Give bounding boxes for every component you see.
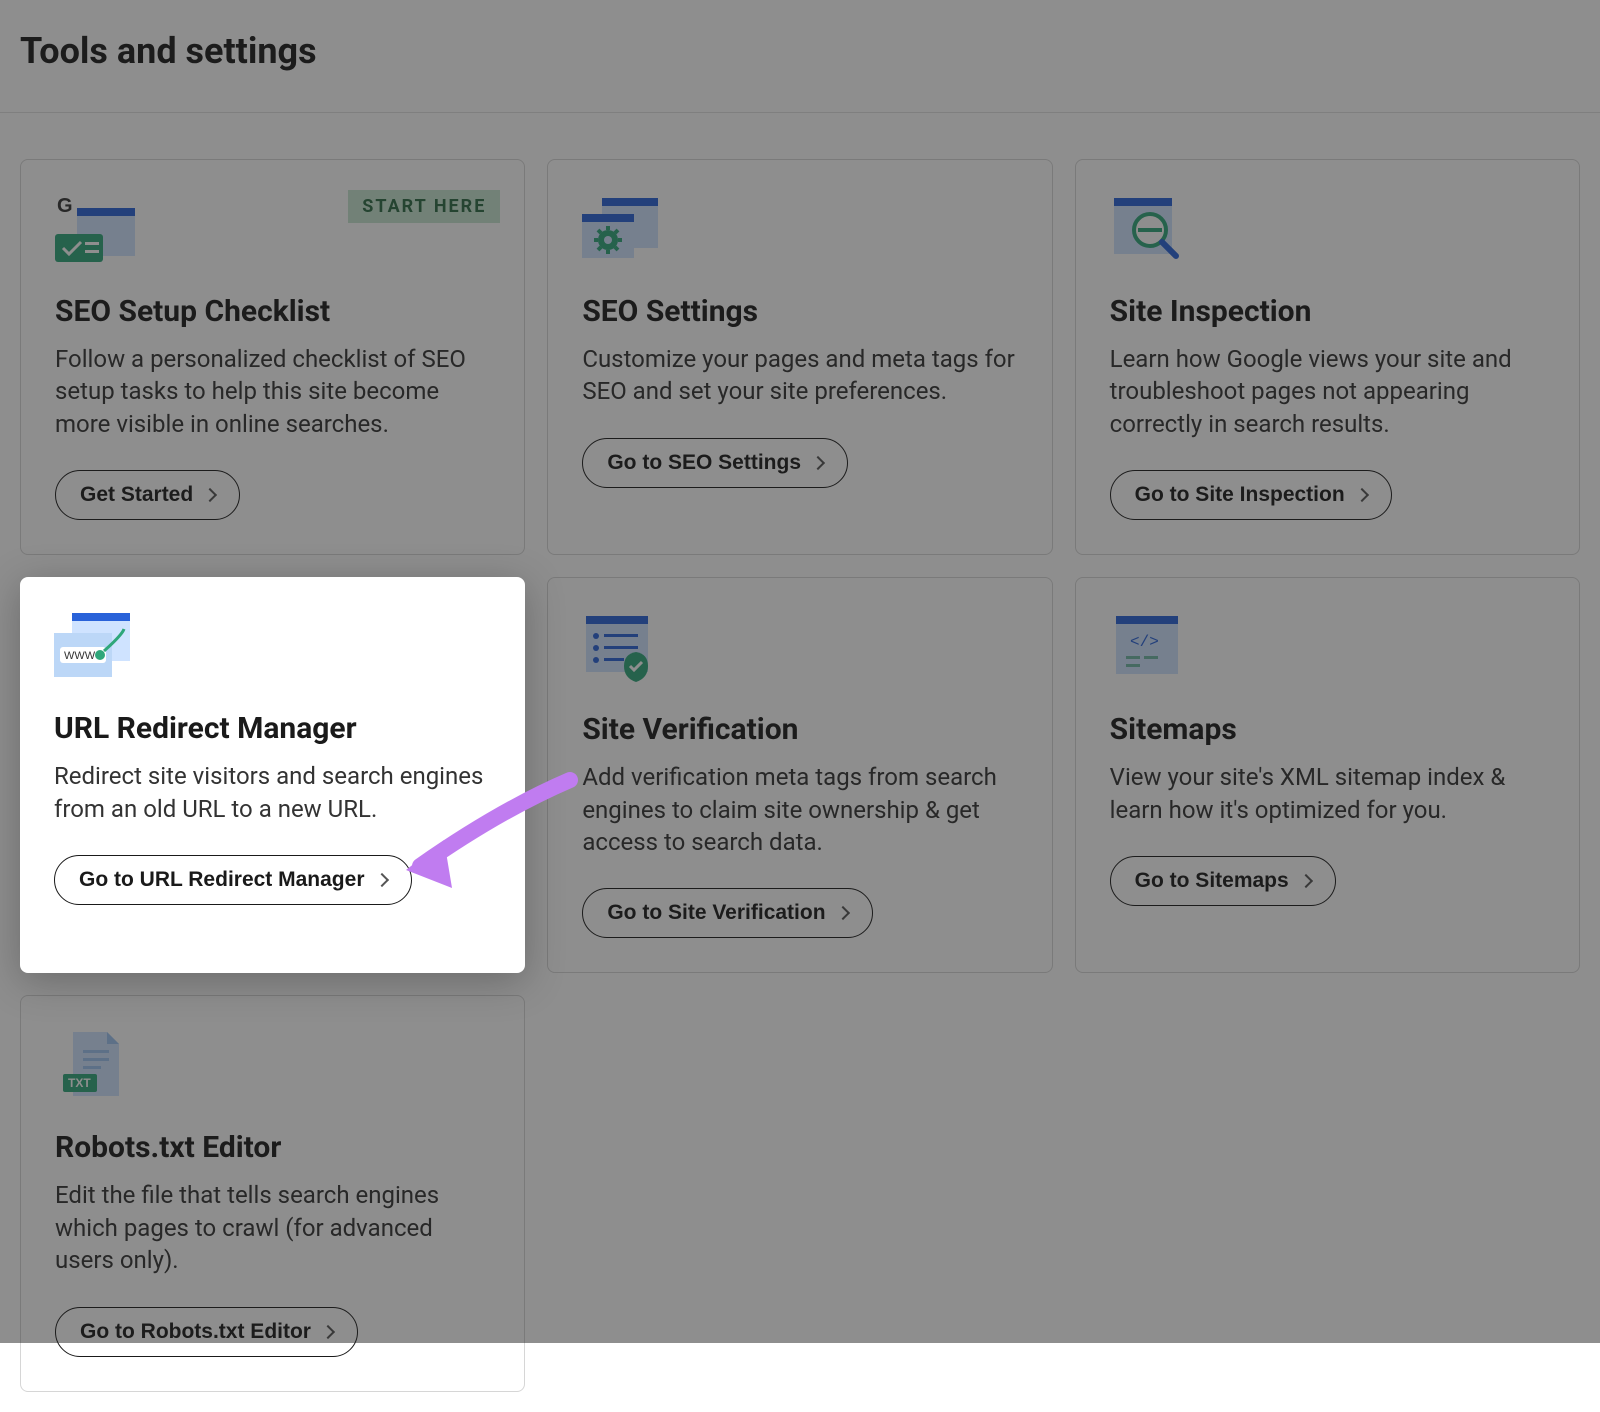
card-desc: Add verification meta tags from search e…	[582, 761, 1017, 858]
seo-settings-icon	[582, 194, 662, 266]
start-here-badge: START HERE	[348, 190, 500, 223]
card-title: Site Verification	[582, 712, 798, 747]
card-desc: View your site's XML sitemap index & lea…	[1110, 761, 1545, 826]
chevron-right-icon	[811, 456, 825, 470]
go-to-seo-settings-button[interactable]: Go to SEO Settings	[582, 438, 848, 488]
svg-text:WWW: WWW	[64, 650, 96, 662]
page-title: Tools and settings	[20, 30, 1580, 72]
go-to-site-inspection-button[interactable]: Go to Site Inspection	[1110, 470, 1392, 520]
sitemaps-icon: </>	[1110, 612, 1190, 684]
card-site-inspection: Site Inspection Learn how Google views y…	[1075, 159, 1580, 555]
button-label: Go to Site Inspection	[1135, 483, 1345, 507]
card-title: Sitemaps	[1110, 712, 1237, 747]
card-desc: Redirect site visitors and search engine…	[54, 760, 491, 825]
card-desc: Follow a personalized checklist of SEO s…	[55, 343, 490, 440]
card-desc: Edit the file that tells search engines …	[55, 1179, 490, 1276]
card-desc: Customize your pages and meta tags for S…	[582, 343, 1017, 408]
card-url-redirect-manager: WWW URL Redirect Manager Redirect site v…	[20, 577, 525, 973]
chevron-right-icon	[1355, 488, 1369, 502]
url-redirect-icon: WWW	[54, 611, 134, 683]
card-desc: Learn how Google views your site and tro…	[1110, 343, 1545, 440]
svg-text:TXT: TXT	[68, 1076, 91, 1090]
button-label: Go to URL Redirect Manager	[79, 868, 365, 892]
cards-grid: G START HERE SEO Setup Checklist Follow …	[0, 113, 1600, 1412]
button-label: Get Started	[80, 483, 193, 507]
button-label: Go to Robots.txt Editor	[80, 1320, 311, 1344]
card-seo-settings: SEO Settings Customize your pages and me…	[547, 159, 1052, 555]
card-robots-txt-editor: TXT Robots.txt Editor Edit the file that…	[20, 995, 525, 1391]
card-seo-setup-checklist: G START HERE SEO Setup Checklist Follow …	[20, 159, 525, 555]
get-started-button[interactable]: Get Started	[55, 470, 240, 520]
card-site-verification: Site Verification Add verification meta …	[547, 577, 1052, 973]
svg-text:</>: </>	[1130, 633, 1159, 651]
site-inspection-icon	[1110, 194, 1190, 266]
go-to-sitemaps-button[interactable]: Go to Sitemaps	[1110, 856, 1336, 906]
svg-text:G: G	[57, 195, 73, 217]
button-label: Go to Sitemaps	[1135, 869, 1289, 893]
robots-txt-icon: TXT	[55, 1030, 135, 1102]
card-title: Robots.txt Editor	[55, 1130, 281, 1165]
seo-checklist-icon: G	[55, 194, 135, 266]
chevron-right-icon	[1299, 874, 1313, 888]
button-label: Go to SEO Settings	[607, 451, 801, 475]
site-verification-icon	[582, 612, 662, 684]
go-to-site-verification-button[interactable]: Go to Site Verification	[582, 888, 872, 938]
card-title: URL Redirect Manager	[54, 711, 357, 746]
button-label: Go to Site Verification	[607, 901, 825, 925]
chevron-right-icon	[321, 1324, 335, 1338]
chevron-right-icon	[374, 873, 388, 887]
go-to-url-redirect-manager-button[interactable]: Go to URL Redirect Manager	[54, 855, 412, 905]
page-header: Tools and settings	[0, 0, 1600, 113]
chevron-right-icon	[203, 488, 217, 502]
card-title: Site Inspection	[1110, 294, 1312, 329]
go-to-robots-txt-editor-button[interactable]: Go to Robots.txt Editor	[55, 1307, 358, 1357]
chevron-right-icon	[835, 906, 849, 920]
card-sitemaps: </> Sitemaps View your site's XML sitema…	[1075, 577, 1580, 973]
card-title: SEO Setup Checklist	[55, 294, 330, 329]
card-title: SEO Settings	[582, 294, 758, 329]
